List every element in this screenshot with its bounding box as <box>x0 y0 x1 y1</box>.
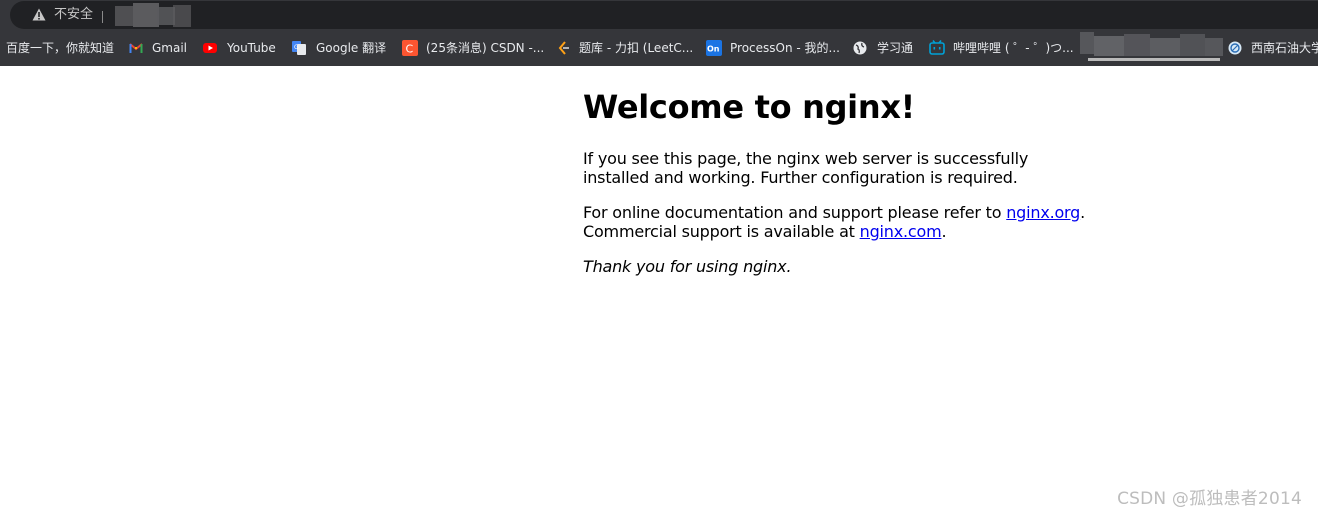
redacted-bookmarks <box>1080 30 1225 64</box>
svg-text:On: On <box>707 45 720 54</box>
bookmark-label: 学习通 <box>877 41 914 55</box>
bookmark-label: 西南石油大学 <box>1251 41 1318 55</box>
bookmark-label: 百度一下，你就知道 <box>6 41 115 55</box>
google-translate-icon: G <box>292 41 306 55</box>
bookmark-csdn[interactable]: C (25条消息) CSDN -... <box>402 38 544 58</box>
intro-paragraph: If you see this page, the nginx web serv… <box>583 149 1029 187</box>
commercial-text: Commercial support is available at <box>583 222 860 241</box>
omnibox-separator <box>102 11 103 23</box>
gmail-icon <box>129 43 143 53</box>
globe-icon <box>853 41 867 55</box>
thanks-paragraph: Thank you for using nginx. <box>583 257 792 276</box>
nginx-org-link[interactable]: nginx.org <box>1006 203 1080 222</box>
bookmark-label: Google 翻译 <box>316 41 387 55</box>
bookmark-label: ProcessOn - 我的... <box>730 41 840 55</box>
support-text: For online documentation and support ple… <box>583 203 1007 222</box>
youtube-icon <box>203 43 217 53</box>
browser-toolbar: 不安全 百度一下，你就知道 Gmail YouTube G Google 翻译 … <box>0 0 1318 66</box>
watermark: CSDN @孤独患者2014 <box>1117 489 1302 509</box>
university-icon <box>1228 41 1242 55</box>
bookmark-label: YouTube <box>227 41 276 55</box>
bookmark-baidu[interactable]: 百度一下，你就知道 <box>6 38 116 58</box>
leetcode-icon <box>558 41 569 55</box>
page-title: Welcome to nginx! <box>583 88 915 126</box>
warning-icon[interactable] <box>32 8 46 21</box>
support-paragraph: For online documentation and support ple… <box>583 203 1098 241</box>
bookmark-processon[interactable]: On ProcessOn - 我的... <box>706 38 840 58</box>
bookmark-google-translate[interactable]: G Google 翻译 <box>292 38 388 58</box>
commercial-period: . <box>941 222 947 241</box>
url-text[interactable] <box>115 3 191 27</box>
bookmark-label: 哔哩哔哩 ( ゜- ゜)つ... <box>953 41 1074 55</box>
bookmark-label: 题库 - 力扣 (LeetC... <box>579 41 694 55</box>
csdn-icon: C <box>402 40 418 56</box>
processon-icon: On <box>706 40 722 56</box>
bookmark-label: (25条消息) CSDN -... <box>426 41 545 55</box>
security-label[interactable]: 不安全 <box>54 7 93 23</box>
bookmark-swpu[interactable]: 西南石油大学 <box>1228 38 1318 58</box>
bookmark-bilibili[interactable]: 哔哩哔哩 ( ゜- ゜)つ... <box>929 38 1074 58</box>
nginx-com-link[interactable]: nginx.com <box>860 222 942 241</box>
svg-text:G: G <box>294 44 299 51</box>
address-bar[interactable]: 不安全 <box>10 1 1318 29</box>
support-period: . <box>1080 203 1086 222</box>
svg-text:C: C <box>406 43 414 56</box>
bookmark-xuexitong[interactable]: 学习通 <box>853 38 915 58</box>
bilibili-icon <box>929 40 945 55</box>
bookmark-gmail[interactable]: Gmail <box>129 38 189 58</box>
bookmark-label: Gmail <box>152 41 188 55</box>
bookmark-leetcode[interactable]: 题库 - 力扣 (LeetC... <box>557 38 693 58</box>
bookmark-youtube[interactable]: YouTube <box>203 38 279 58</box>
